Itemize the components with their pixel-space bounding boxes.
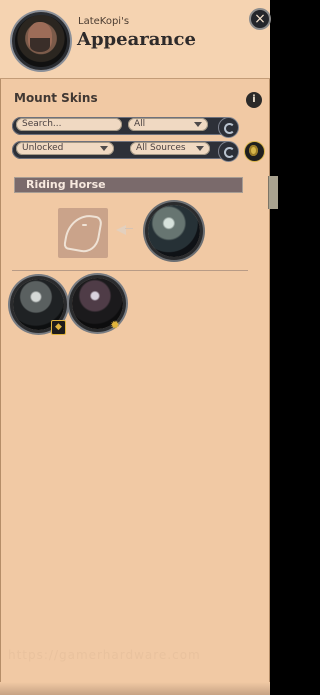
reset-icon	[224, 147, 235, 158]
panel-bottom-edge	[0, 682, 270, 695]
type-filter-select[interactable]: All	[128, 118, 208, 131]
current-mount-skin[interactable]	[148, 205, 200, 257]
shield-icon: ◆	[51, 320, 66, 335]
source-filter-select[interactable]: All Sources	[130, 142, 210, 155]
lock-filter-select[interactable]: Unlocked	[16, 142, 114, 155]
category-header: Riding Horse	[14, 177, 243, 193]
chevron-down-icon	[194, 122, 202, 127]
page-title: Appearance	[77, 29, 196, 50]
reset-filter-button[interactable]	[218, 117, 239, 138]
section-title: Mount Skins	[14, 91, 98, 105]
arrow-head-icon	[116, 225, 126, 235]
info-icon[interactable]: i	[246, 92, 262, 108]
reset-source-button[interactable]	[218, 141, 239, 162]
watermark-text: https://gamerhardware.com	[8, 648, 201, 662]
close-button[interactable]: ×	[249, 8, 271, 30]
search-filter-row: Search... All	[12, 115, 262, 139]
source-filter-value: All Sources	[136, 143, 186, 153]
coin-icon	[249, 145, 258, 156]
arrow-stem-icon	[125, 228, 133, 229]
panel-header: LateKopi's Appearance ×	[0, 0, 271, 79]
star-icon: ✹	[109, 318, 121, 332]
search-input[interactable]: Search...	[16, 118, 122, 131]
appearance-panel: LateKopi's Appearance × Mount Skins i Se…	[0, 0, 271, 695]
source-filter-row: Unlocked All Sources	[12, 139, 265, 163]
horse-icon-detail	[82, 224, 87, 226]
reset-icon	[224, 123, 235, 134]
left-arrow-icon	[116, 218, 134, 236]
chevron-down-icon	[196, 146, 204, 151]
chevron-down-icon	[100, 146, 108, 151]
type-filter-value: All	[134, 119, 146, 129]
horse-icon	[62, 211, 104, 255]
lock-filter-value: Unlocked	[22, 143, 64, 153]
character-beard-icon	[30, 38, 50, 52]
currency-button[interactable]	[244, 141, 265, 162]
horse-placeholder-tile[interactable]	[58, 208, 108, 258]
side-tab-handle[interactable]	[268, 176, 278, 209]
player-name: LateKopi's	[78, 16, 130, 27]
category-label: Riding Horse	[26, 178, 106, 191]
divider	[12, 270, 248, 271]
